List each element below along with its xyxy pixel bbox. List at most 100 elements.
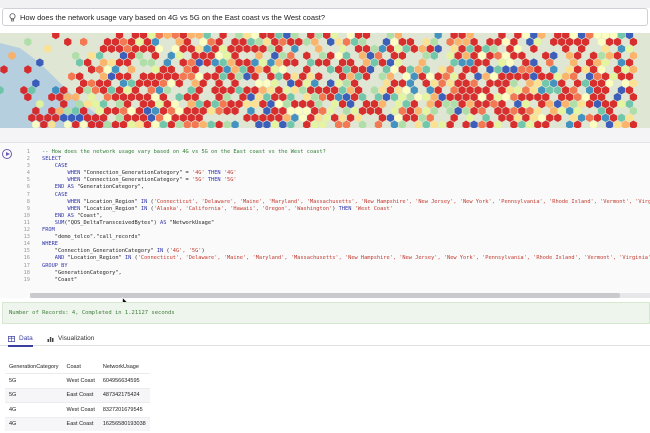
code-token: WHEN bbox=[42, 177, 84, 184]
tab-visualization-label: Visualization bbox=[58, 335, 95, 342]
code-token: SUM bbox=[42, 219, 65, 226]
table-row: 5G West Coast 604956634595 bbox=[5, 373, 150, 388]
hex-cell bbox=[80, 120, 88, 128]
code-token: '4G' bbox=[191, 170, 205, 177]
hex-cell bbox=[20, 86, 28, 95]
hex-cell bbox=[36, 113, 44, 122]
code-token: -- How does the network usage vary based… bbox=[42, 149, 326, 155]
line-number: 17 bbox=[23, 262, 30, 269]
question-search-bar[interactable]: How does the network usage vary based on… bbox=[2, 8, 648, 26]
hex-cell bbox=[84, 113, 92, 122]
hex-cell bbox=[28, 86, 36, 95]
hex-cell bbox=[48, 92, 56, 102]
code-token: ("QOS_DeltaTransceivedBytes") bbox=[64, 219, 160, 226]
code-token: AS bbox=[160, 219, 170, 226]
hex-cell bbox=[56, 106, 64, 116]
code-token: '4G' bbox=[223, 170, 237, 177]
code-token: FROM bbox=[42, 227, 55, 234]
table-cell: 8327201679545 bbox=[98, 402, 150, 417]
line-number: 11 bbox=[23, 219, 30, 226]
code-token: THEN bbox=[204, 170, 224, 177]
code-token: "NetworkUsage" bbox=[169, 219, 215, 226]
line-number: 14 bbox=[23, 241, 30, 248]
line-number: 9 bbox=[26, 205, 30, 212]
hex-cell bbox=[64, 106, 72, 116]
hex-cell bbox=[0, 65, 8, 74]
query-status-banner: Number of Records: 4, Completed in 1.211… bbox=[2, 302, 650, 324]
code-line: 9 WHEN "Location_Region" IN ('Alaska', '… bbox=[14, 206, 650, 213]
tab-data[interactable]: Data bbox=[8, 332, 33, 347]
hex-cell bbox=[44, 113, 52, 122]
line-number: 15 bbox=[23, 248, 30, 255]
column-header[interactable]: NetworkUsage bbox=[99, 360, 150, 374]
code-token: 'West Coast' bbox=[354, 205, 393, 212]
code-line: 14 WHERE bbox=[14, 241, 650, 248]
results-table: GenerationCategory Coast NetworkUsage 5G… bbox=[5, 360, 150, 431]
table-row: 4G East Coast 16256580193038 bbox=[5, 416, 150, 431]
code-token: CASE bbox=[42, 191, 68, 198]
code-token: "demo_telco"."call_records" bbox=[42, 234, 141, 241]
code-token: SELECT bbox=[42, 156, 62, 163]
code-token: AND bbox=[42, 255, 68, 262]
code-token: '5G' bbox=[191, 177, 205, 184]
code-token: THEN bbox=[338, 205, 355, 212]
code-line: 7 CASE bbox=[14, 192, 650, 199]
hex-cell bbox=[64, 92, 72, 102]
scrollbar-thumb[interactable] bbox=[30, 293, 620, 298]
hex-cell bbox=[80, 106, 88, 116]
code-line: 4 WHEN "Connection_GenerationCategory" =… bbox=[14, 170, 650, 177]
code-line: 1 -- How does the network usage vary base… bbox=[14, 149, 650, 156]
code-token: '5G' bbox=[223, 177, 237, 184]
hexbin-map-canvas bbox=[0, 33, 650, 128]
code-line: 2 SELECT bbox=[14, 156, 650, 163]
hex-cell bbox=[36, 99, 44, 109]
code-token: "Location_Region" bbox=[83, 198, 141, 205]
line-number: 5 bbox=[26, 177, 30, 184]
column-header[interactable]: GenerationCategory bbox=[5, 360, 63, 374]
code-token: "Connection_GenerationCategory" = bbox=[83, 170, 192, 177]
code-token: END AS bbox=[42, 184, 78, 191]
hex-cell bbox=[72, 120, 80, 128]
tab-visualization[interactable]: Visualization bbox=[47, 332, 94, 345]
hex-cell bbox=[56, 92, 64, 102]
hex-cell bbox=[8, 51, 16, 60]
code-token: "Coast", bbox=[77, 212, 103, 219]
line-number: 1 bbox=[26, 149, 30, 155]
column-header[interactable]: Coast bbox=[63, 360, 99, 374]
tab-data-label: Data bbox=[19, 335, 33, 342]
table-cell: 604956634595 bbox=[98, 373, 150, 388]
code-token: "Location_Region" bbox=[67, 255, 125, 262]
code-line: 16 AND "Location_Region" IN ('Connecticu… bbox=[14, 255, 650, 262]
code-token: WHEN bbox=[42, 170, 84, 177]
hex-cell bbox=[0, 86, 4, 95]
table-row: 4G West Coast 8327201679545 bbox=[5, 402, 150, 417]
hex-cell bbox=[52, 113, 60, 122]
sql-editor[interactable]: 1 -- How does the network usage vary base… bbox=[0, 143, 650, 298]
code-token: "GenerationCategory", bbox=[77, 184, 145, 191]
hex-cell bbox=[76, 113, 84, 122]
table-cell: 5G bbox=[5, 373, 63, 388]
code-token: IN bbox=[156, 248, 167, 255]
hex-cell bbox=[32, 120, 40, 128]
code-line: 11 SUM("QOS_DeltaTransceivedBytes") AS "… bbox=[14, 220, 650, 227]
code-line: 12 FROM bbox=[14, 227, 650, 234]
code-token: WHEN bbox=[42, 205, 84, 212]
line-number: 6 bbox=[26, 184, 30, 191]
code-line: 13 "demo_telco"."call_records" bbox=[14, 234, 650, 241]
status-message: Number of Records: 4, Completed in 1.211… bbox=[9, 310, 175, 316]
code-token: WHEN bbox=[42, 198, 84, 205]
code-line: 5 WHEN "Connection_GenerationCategory" =… bbox=[14, 177, 650, 184]
code-line: 6 END AS "GenerationCategory", bbox=[14, 184, 650, 191]
code-token: WHERE bbox=[42, 241, 58, 248]
hex-cell bbox=[28, 113, 36, 122]
hexbin-map[interactable] bbox=[0, 33, 650, 128]
code-token: '4G', '5G' bbox=[169, 248, 202, 255]
hex-cell bbox=[96, 120, 104, 128]
hex-cell bbox=[60, 113, 68, 122]
line-number: 12 bbox=[23, 227, 30, 234]
hex-cell bbox=[40, 120, 48, 128]
line-number: 18 bbox=[23, 269, 30, 276]
run-query-button[interactable] bbox=[2, 149, 12, 159]
line-number: 19 bbox=[23, 276, 30, 283]
table-cell: 4G bbox=[5, 416, 63, 431]
